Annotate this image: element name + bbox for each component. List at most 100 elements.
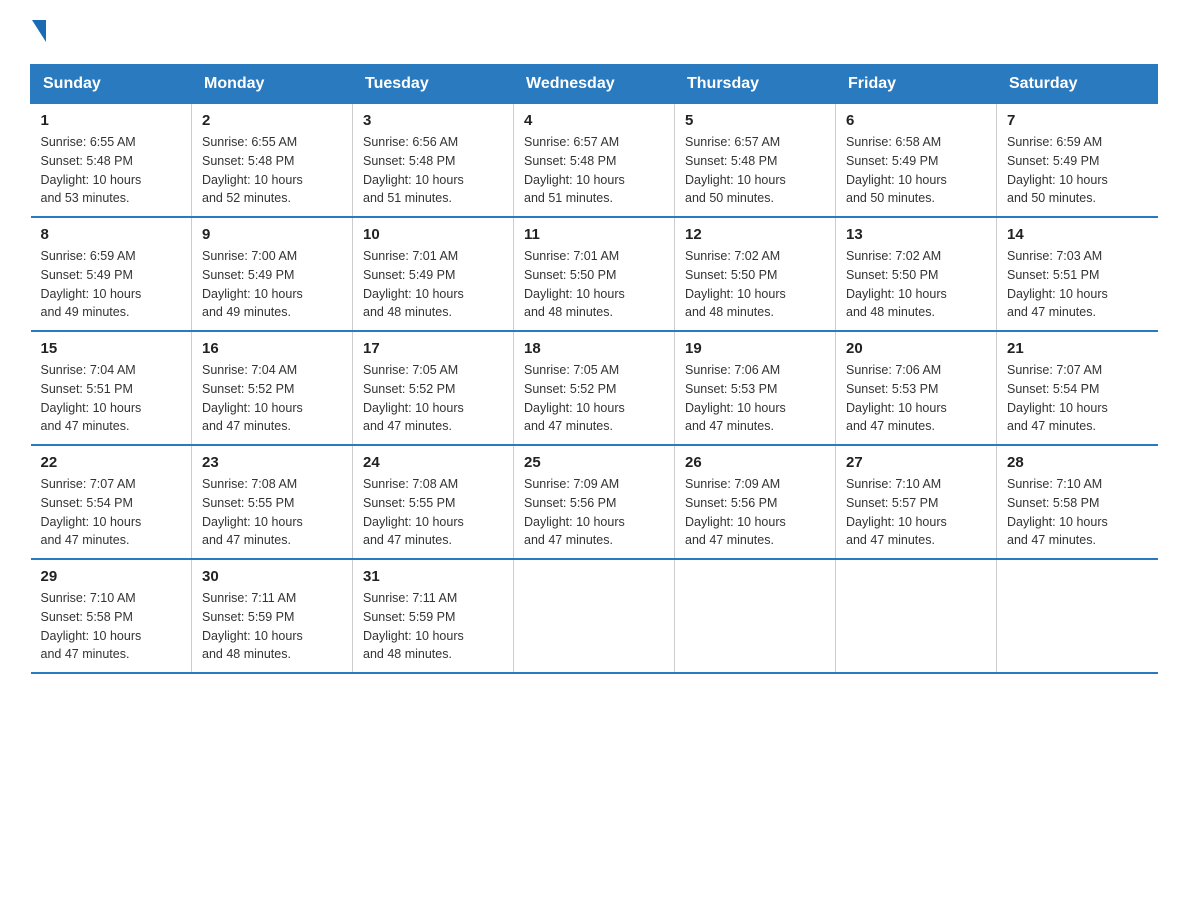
week-row-5: 29 Sunrise: 7:10 AMSunset: 5:58 PMDaylig…: [31, 559, 1158, 673]
day-number: 31: [363, 568, 503, 585]
day-number: 13: [846, 226, 986, 243]
calendar-cell: 4 Sunrise: 6:57 AMSunset: 5:48 PMDayligh…: [514, 104, 675, 218]
day-info: Sunrise: 6:55 AMSunset: 5:48 PMDaylight:…: [202, 133, 342, 208]
day-info: Sunrise: 6:58 AMSunset: 5:49 PMDaylight:…: [846, 133, 986, 208]
day-info: Sunrise: 6:57 AMSunset: 5:48 PMDaylight:…: [524, 133, 664, 208]
day-info: Sunrise: 7:02 AMSunset: 5:50 PMDaylight:…: [685, 247, 825, 322]
day-info: Sunrise: 7:04 AMSunset: 5:51 PMDaylight:…: [41, 361, 182, 436]
calendar-cell: 24 Sunrise: 7:08 AMSunset: 5:55 PMDaylig…: [353, 445, 514, 559]
calendar-cell: 30 Sunrise: 7:11 AMSunset: 5:59 PMDaylig…: [192, 559, 353, 673]
day-info: Sunrise: 7:08 AMSunset: 5:55 PMDaylight:…: [363, 475, 503, 550]
day-number: 12: [685, 226, 825, 243]
day-number: 30: [202, 568, 342, 585]
day-number: 6: [846, 112, 986, 129]
calendar-cell: 8 Sunrise: 6:59 AMSunset: 5:49 PMDayligh…: [31, 217, 192, 331]
day-number: 10: [363, 226, 503, 243]
day-number: 21: [1007, 340, 1148, 357]
week-row-3: 15 Sunrise: 7:04 AMSunset: 5:51 PMDaylig…: [31, 331, 1158, 445]
day-info: Sunrise: 7:01 AMSunset: 5:49 PMDaylight:…: [363, 247, 503, 322]
calendar-cell: 31 Sunrise: 7:11 AMSunset: 5:59 PMDaylig…: [353, 559, 514, 673]
day-info: Sunrise: 7:07 AMSunset: 5:54 PMDaylight:…: [1007, 361, 1148, 436]
day-info: Sunrise: 7:02 AMSunset: 5:50 PMDaylight:…: [846, 247, 986, 322]
calendar-header-row: SundayMondayTuesdayWednesdayThursdayFrid…: [31, 65, 1158, 104]
day-number: 22: [41, 454, 182, 471]
day-info: Sunrise: 7:10 AMSunset: 5:58 PMDaylight:…: [41, 589, 182, 664]
header-thursday: Thursday: [675, 65, 836, 104]
day-number: 1: [41, 112, 182, 129]
calendar-cell: 21 Sunrise: 7:07 AMSunset: 5:54 PMDaylig…: [997, 331, 1158, 445]
calendar-cell: 19 Sunrise: 7:06 AMSunset: 5:53 PMDaylig…: [675, 331, 836, 445]
calendar-cell: 6 Sunrise: 6:58 AMSunset: 5:49 PMDayligh…: [836, 104, 997, 218]
calendar-cell: 27 Sunrise: 7:10 AMSunset: 5:57 PMDaylig…: [836, 445, 997, 559]
day-number: 20: [846, 340, 986, 357]
calendar-cell: [836, 559, 997, 673]
calendar-cell: 15 Sunrise: 7:04 AMSunset: 5:51 PMDaylig…: [31, 331, 192, 445]
day-number: 25: [524, 454, 664, 471]
week-row-1: 1 Sunrise: 6:55 AMSunset: 5:48 PMDayligh…: [31, 104, 1158, 218]
page-header: [30, 20, 1158, 44]
day-number: 24: [363, 454, 503, 471]
day-info: Sunrise: 7:11 AMSunset: 5:59 PMDaylight:…: [202, 589, 342, 664]
day-number: 4: [524, 112, 664, 129]
calendar-cell: 7 Sunrise: 6:59 AMSunset: 5:49 PMDayligh…: [997, 104, 1158, 218]
calendar-cell: 18 Sunrise: 7:05 AMSunset: 5:52 PMDaylig…: [514, 331, 675, 445]
calendar-cell: 5 Sunrise: 6:57 AMSunset: 5:48 PMDayligh…: [675, 104, 836, 218]
day-info: Sunrise: 7:01 AMSunset: 5:50 PMDaylight:…: [524, 247, 664, 322]
week-row-4: 22 Sunrise: 7:07 AMSunset: 5:54 PMDaylig…: [31, 445, 1158, 559]
day-info: Sunrise: 7:10 AMSunset: 5:58 PMDaylight:…: [1007, 475, 1148, 550]
day-info: Sunrise: 7:11 AMSunset: 5:59 PMDaylight:…: [363, 589, 503, 664]
calendar-cell: [514, 559, 675, 673]
day-number: 23: [202, 454, 342, 471]
calendar-cell: 13 Sunrise: 7:02 AMSunset: 5:50 PMDaylig…: [836, 217, 997, 331]
day-info: Sunrise: 7:00 AMSunset: 5:49 PMDaylight:…: [202, 247, 342, 322]
calendar-cell: 26 Sunrise: 7:09 AMSunset: 5:56 PMDaylig…: [675, 445, 836, 559]
day-info: Sunrise: 6:57 AMSunset: 5:48 PMDaylight:…: [685, 133, 825, 208]
logo: [30, 20, 46, 44]
calendar-cell: 2 Sunrise: 6:55 AMSunset: 5:48 PMDayligh…: [192, 104, 353, 218]
calendar-cell: [997, 559, 1158, 673]
calendar-cell: 9 Sunrise: 7:00 AMSunset: 5:49 PMDayligh…: [192, 217, 353, 331]
calendar-cell: 11 Sunrise: 7:01 AMSunset: 5:50 PMDaylig…: [514, 217, 675, 331]
day-number: 3: [363, 112, 503, 129]
day-number: 5: [685, 112, 825, 129]
day-info: Sunrise: 6:59 AMSunset: 5:49 PMDaylight:…: [1007, 133, 1148, 208]
day-info: Sunrise: 7:05 AMSunset: 5:52 PMDaylight:…: [524, 361, 664, 436]
calendar-table: SundayMondayTuesdayWednesdayThursdayFrid…: [30, 64, 1158, 674]
calendar-cell: 22 Sunrise: 7:07 AMSunset: 5:54 PMDaylig…: [31, 445, 192, 559]
calendar-cell: 12 Sunrise: 7:02 AMSunset: 5:50 PMDaylig…: [675, 217, 836, 331]
day-info: Sunrise: 7:04 AMSunset: 5:52 PMDaylight:…: [202, 361, 342, 436]
calendar-cell: 23 Sunrise: 7:08 AMSunset: 5:55 PMDaylig…: [192, 445, 353, 559]
day-number: 2: [202, 112, 342, 129]
day-info: Sunrise: 7:10 AMSunset: 5:57 PMDaylight:…: [846, 475, 986, 550]
day-number: 8: [41, 226, 182, 243]
day-info: Sunrise: 7:09 AMSunset: 5:56 PMDaylight:…: [524, 475, 664, 550]
logo-blue-text: [30, 20, 46, 44]
calendar-cell: 10 Sunrise: 7:01 AMSunset: 5:49 PMDaylig…: [353, 217, 514, 331]
header-wednesday: Wednesday: [514, 65, 675, 104]
day-number: 9: [202, 226, 342, 243]
header-monday: Monday: [192, 65, 353, 104]
calendar-cell: 17 Sunrise: 7:05 AMSunset: 5:52 PMDaylig…: [353, 331, 514, 445]
day-info: Sunrise: 7:08 AMSunset: 5:55 PMDaylight:…: [202, 475, 342, 550]
day-number: 15: [41, 340, 182, 357]
calendar-cell: 29 Sunrise: 7:10 AMSunset: 5:58 PMDaylig…: [31, 559, 192, 673]
logo-triangle-icon: [32, 20, 46, 42]
calendar-cell: 14 Sunrise: 7:03 AMSunset: 5:51 PMDaylig…: [997, 217, 1158, 331]
day-info: Sunrise: 7:09 AMSunset: 5:56 PMDaylight:…: [685, 475, 825, 550]
calendar-cell: 28 Sunrise: 7:10 AMSunset: 5:58 PMDaylig…: [997, 445, 1158, 559]
day-number: 27: [846, 454, 986, 471]
day-number: 26: [685, 454, 825, 471]
day-info: Sunrise: 7:06 AMSunset: 5:53 PMDaylight:…: [685, 361, 825, 436]
day-info: Sunrise: 6:56 AMSunset: 5:48 PMDaylight:…: [363, 133, 503, 208]
day-info: Sunrise: 6:59 AMSunset: 5:49 PMDaylight:…: [41, 247, 182, 322]
day-number: 11: [524, 226, 664, 243]
day-number: 28: [1007, 454, 1148, 471]
calendar-cell: 1 Sunrise: 6:55 AMSunset: 5:48 PMDayligh…: [31, 104, 192, 218]
day-info: Sunrise: 7:05 AMSunset: 5:52 PMDaylight:…: [363, 361, 503, 436]
week-row-2: 8 Sunrise: 6:59 AMSunset: 5:49 PMDayligh…: [31, 217, 1158, 331]
day-number: 7: [1007, 112, 1148, 129]
calendar-cell: 20 Sunrise: 7:06 AMSunset: 5:53 PMDaylig…: [836, 331, 997, 445]
header-sunday: Sunday: [31, 65, 192, 104]
calendar-cell: 25 Sunrise: 7:09 AMSunset: 5:56 PMDaylig…: [514, 445, 675, 559]
calendar-cell: [675, 559, 836, 673]
